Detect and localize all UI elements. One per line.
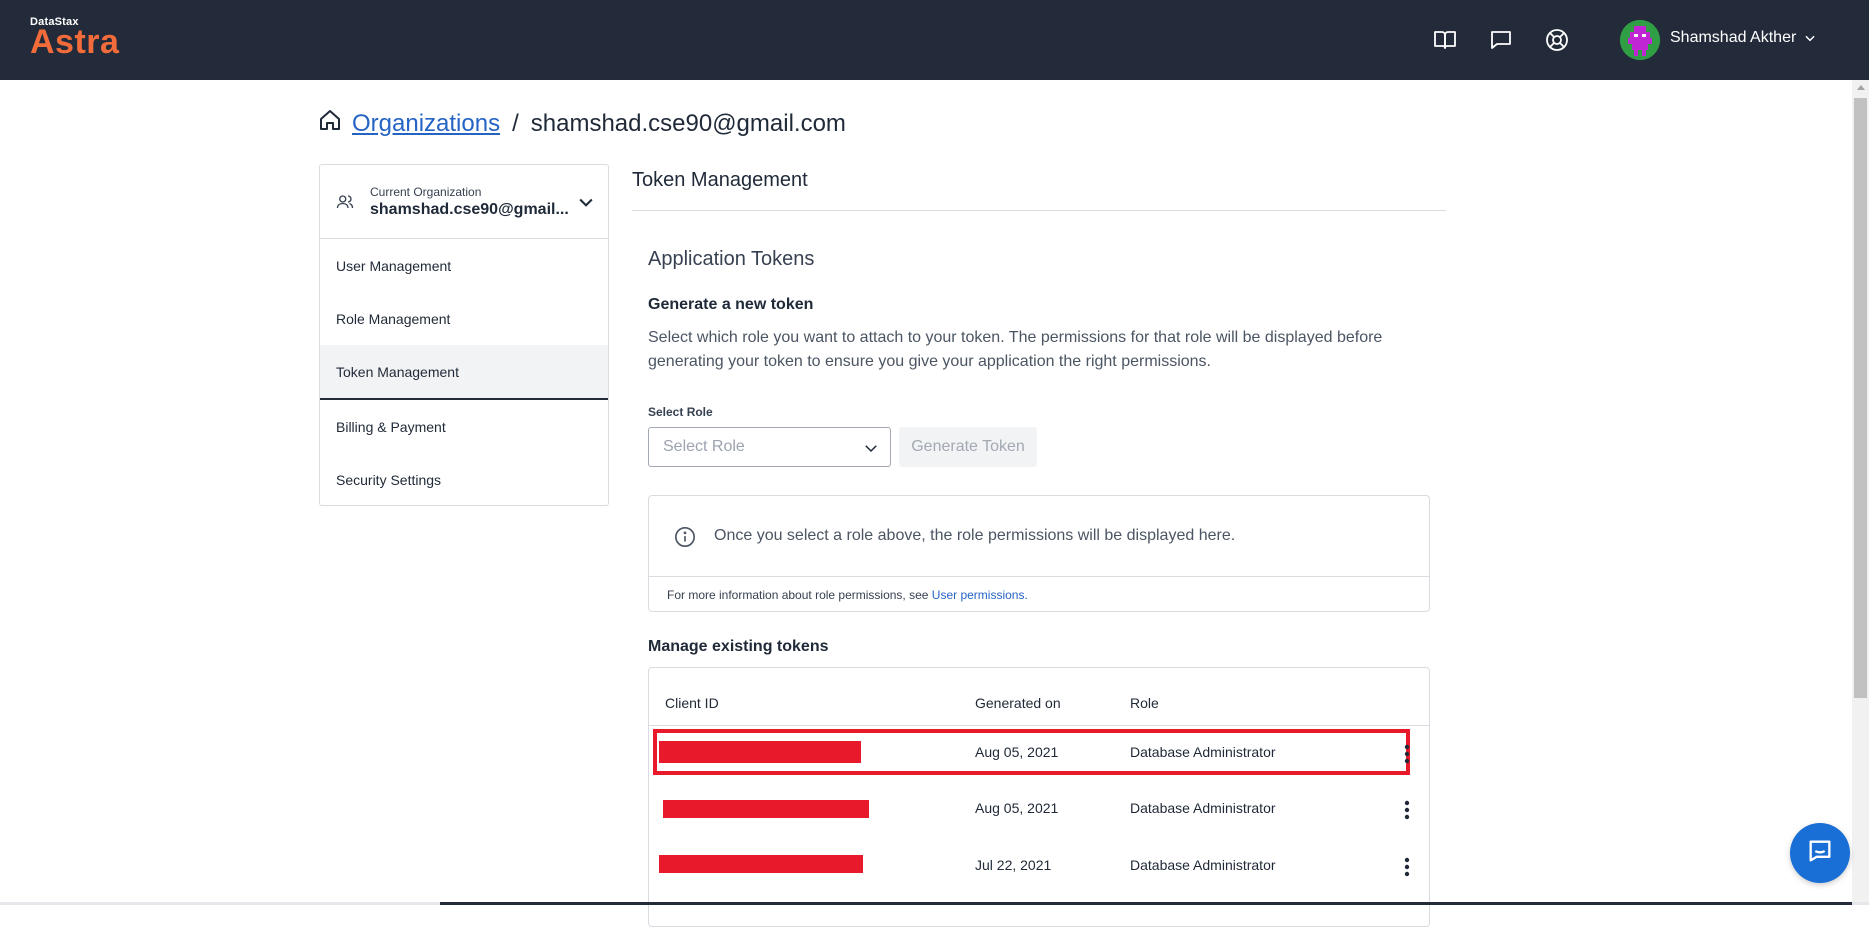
sidebar-item-security-settings[interactable]: Security Settings (320, 453, 608, 506)
user-name[interactable]: Shamshad Akther (1670, 29, 1796, 47)
generated-on-cell: Aug 05, 2021 (975, 744, 1059, 760)
generate-token-heading: Generate a new token (648, 296, 814, 313)
user-permissions-link[interactable]: User permissions. (932, 588, 1028, 602)
role-permissions-info-box: Once you select a role above, the role p… (648, 495, 1430, 612)
book-icon[interactable] (1431, 26, 1459, 54)
top-navbar: DataStax Astra Shamshad Akther (0, 0, 1869, 80)
section-title: Application Tokens (648, 248, 815, 270)
sidebar-item-token-management[interactable]: Token Management (320, 345, 608, 400)
sidebar-item-billing-payment[interactable]: Billing & Payment (320, 400, 608, 453)
table-row[interactable]: Aug 05, 2021 Database Administrator (649, 782, 1429, 838)
role-cell: Database Administrator (1130, 744, 1276, 760)
scroll-up-arrow-icon[interactable] (1857, 85, 1865, 90)
info-text: Once you select a role above, the role p… (714, 527, 1236, 544)
page-scrollbar[interactable] (1852, 80, 1869, 905)
column-header-client-id: Client ID (665, 695, 719, 711)
info-box-body: Once you select a role above, the role p… (649, 496, 1429, 577)
redacted-client-id (663, 800, 869, 818)
breadcrumb-current-org: shamshad.cse90@gmail.com (530, 109, 846, 137)
avatar[interactable] (1620, 20, 1660, 60)
chevron-down-icon[interactable] (1803, 31, 1817, 50)
generate-token-button[interactable]: Generate Token (899, 427, 1037, 467)
users-icon (336, 193, 354, 216)
page-title: Token Management (632, 164, 1446, 211)
select-role-dropdown[interactable]: Select Role (648, 427, 891, 467)
redacted-client-id (659, 855, 863, 873)
column-header-generated-on: Generated on (975, 695, 1061, 711)
scrollbar-thumb[interactable] (1854, 98, 1867, 698)
main-content: Token Management (632, 164, 1446, 211)
info-footer: For more information about role permissi… (667, 588, 1028, 602)
role-cell: Database Administrator (1130, 800, 1276, 816)
more-options-icon[interactable] (1397, 853, 1417, 881)
breadcrumb: Organizations / shamshad.cse90@gmail.com (318, 108, 846, 139)
role-cell: Database Administrator (1130, 857, 1276, 873)
sidebar-item-user-management[interactable]: User Management (320, 239, 608, 292)
org-settings-sidebar: Current Organization shamshad.cse90@gmai… (319, 164, 609, 506)
more-options-icon[interactable] (1397, 796, 1417, 824)
table-row[interactable]: Aug 05, 2021 Database Administrator (649, 726, 1429, 782)
help-lifebuoy-icon[interactable] (1543, 26, 1571, 54)
tokens-table: Client ID Generated on Role Aug 05, 2021… (648, 667, 1430, 927)
info-icon (674, 526, 696, 553)
organization-switcher[interactable]: Current Organization shamshad.cse90@gmai… (320, 165, 608, 239)
generated-on-cell: Aug 05, 2021 (975, 800, 1059, 816)
chevron-down-icon (862, 439, 880, 462)
more-options-icon[interactable] (1397, 740, 1417, 768)
table-row[interactable]: Jul 22, 2021 Database Administrator (649, 839, 1429, 895)
breadcrumb-organizations-link[interactable]: Organizations (352, 110, 500, 138)
select-role-placeholder: Select Role (663, 438, 745, 455)
logo-brand-big: Astra (30, 23, 120, 61)
chat-bubble-icon (1806, 837, 1834, 870)
select-role-label: Select Role (648, 405, 713, 419)
column-header-role: Role (1130, 695, 1159, 711)
org-switcher-name: shamshad.cse90@gmail... (370, 201, 569, 218)
chevron-down-icon[interactable] (576, 192, 596, 217)
manage-tokens-heading: Manage existing tokens (648, 638, 829, 655)
support-chat-button[interactable] (1790, 823, 1850, 883)
redacted-client-id (659, 741, 861, 763)
astra-logo[interactable]: DataStax Astra (30, 16, 120, 61)
sidebar-item-role-management[interactable]: Role Management (320, 292, 608, 345)
chat-icon[interactable] (1487, 26, 1515, 54)
generated-on-cell: Jul 22, 2021 (975, 857, 1052, 873)
info-footer-text: For more information about role permissi… (667, 588, 932, 602)
org-switcher-label: Current Organization (370, 185, 482, 199)
breadcrumb-separator: / (512, 109, 519, 137)
home-icon[interactable] (318, 108, 342, 139)
generate-token-description: Select which role you want to attach to … (648, 329, 1383, 370)
